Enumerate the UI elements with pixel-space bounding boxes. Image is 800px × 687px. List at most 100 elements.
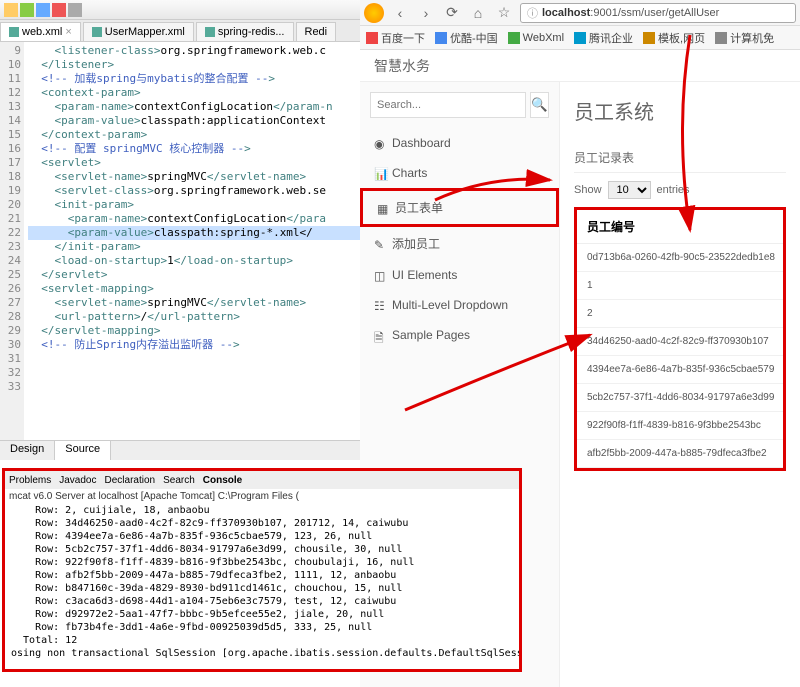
back-icon[interactable]: ‹ <box>390 3 410 23</box>
browser-window: ‹ › ⟳ ⌂ ☆ ⓘ localhost:9001/ssm/user/getA… <box>360 0 800 50</box>
show-label: Show <box>574 184 602 196</box>
entries-label: entries <box>657 184 690 196</box>
tab-webxml[interactable]: web.xml× <box>0 22 81 41</box>
entries-select[interactable]: 10 <box>608 181 651 199</box>
forward-icon[interactable]: › <box>416 3 436 23</box>
table-row[interactable]: 1 <box>577 272 783 300</box>
table-icon: ▦ <box>377 202 389 214</box>
tab-problems[interactable]: Problems <box>9 475 51 486</box>
editor-mode-tabs: Design Source <box>0 440 360 460</box>
debug-icon[interactable] <box>68 3 82 17</box>
table-row[interactable]: 0d713b6a-0260-42fb-90c5-23522dedb1e8 <box>577 244 783 272</box>
bookmark-icon <box>715 32 727 44</box>
dashboard-icon: ◉ <box>374 137 386 149</box>
line-gutter: 9101112131415161718192021222324252627282… <box>0 42 24 440</box>
panel-title: 员工记录表 <box>574 143 786 173</box>
tab-label: UserMapper.xml <box>105 26 185 38</box>
tab-source[interactable]: Source <box>55 441 111 460</box>
edit-icon: ✎ <box>374 238 386 250</box>
editor-tabs: web.xml× UserMapper.xml spring-redis... … <box>0 20 360 42</box>
nav-label: 添加员工 <box>392 235 440 252</box>
tab-label: web.xml <box>22 26 62 38</box>
sidebar-item[interactable]: 🗎 Sample Pages <box>360 320 559 350</box>
bookmark-item[interactable]: 百度一下 <box>366 30 425 46</box>
tab-console[interactable]: Console <box>203 475 242 486</box>
employee-table: 员工编号 0d713b6a-0260-42fb-90c5-23522dedb1e… <box>574 207 786 471</box>
sidebar-item[interactable]: ▦ 员工表单 <box>360 188 559 227</box>
table-row[interactable]: 34d46250-aad0-4c2f-82c9-ff370930b107 <box>577 328 783 356</box>
xml-icon <box>92 27 102 37</box>
close-icon[interactable]: × <box>65 26 71 38</box>
xml-icon <box>9 27 19 37</box>
tab-search[interactable]: Search <box>163 475 195 486</box>
sidebar-item[interactable]: ◉ Dashboard <box>360 128 559 158</box>
page-title: 员工系统 <box>574 96 786 125</box>
entries-selector: Show 10 entries <box>574 173 786 207</box>
bookmark-item[interactable]: 计算机免 <box>715 30 774 46</box>
bookmark-icon <box>574 32 586 44</box>
table-row[interactable]: 922f90f8-f1ff-4839-b816-9f3bbe2543bc <box>577 412 783 440</box>
bookmark-icon <box>508 32 520 44</box>
code-editor[interactable]: 9101112131415161718192021222324252627282… <box>0 42 360 440</box>
nav-label: Charts <box>392 166 427 180</box>
address-bar[interactable]: ⓘ localhost:9001/ssm/user/getAllUser <box>520 3 796 23</box>
star-icon[interactable]: ☆ <box>494 3 514 23</box>
secure-icon: ⓘ <box>527 5 538 21</box>
ui-icon: ◫ <box>374 269 386 281</box>
run-icon[interactable] <box>52 3 66 17</box>
sidebar-item[interactable]: ◫ UI Elements <box>360 260 559 290</box>
nav-label: Sample Pages <box>392 328 470 342</box>
browser-logo-icon[interactable] <box>364 3 384 23</box>
table-row[interactable]: 5cb2c757-37f1-4dd6-8034-91797a6e3d99 <box>577 384 783 412</box>
table-row[interactable]: 2 <box>577 300 783 328</box>
search-button[interactable]: 🔍 <box>530 92 549 118</box>
table-row[interactable]: 4394ee7a-6e86-4a7b-835f-936c5cbae579 <box>577 356 783 384</box>
open-icon[interactable] <box>20 3 34 17</box>
bookmark-icon <box>435 32 447 44</box>
file-icon: 🗎 <box>374 329 386 341</box>
bookmark-item[interactable]: 优酷-中国 <box>435 30 498 46</box>
bookmark-icon <box>643 32 655 44</box>
url-host: localhost <box>542 7 590 19</box>
sidebar-item[interactable]: ☷ Multi-Level Dropdown <box>360 290 559 320</box>
multi-icon: ☷ <box>374 299 386 311</box>
bookmark-item[interactable]: 模板,网页 <box>643 30 705 46</box>
search-icon: 🔍 <box>531 97 548 113</box>
nav-label: 员工表单 <box>395 199 443 216</box>
table-row[interactable]: afb2f5bb-2009-447a-b885-79dfeca3fbe2 <box>577 440 783 468</box>
bookmark-icon <box>366 32 378 44</box>
bookmarks-bar: 百度一下 优酷-中国 WebXml 腾讯企业 模板,网页 计算机免 <box>360 26 800 50</box>
sidebar-item[interactable]: 📊 Charts <box>360 158 559 188</box>
tab-redi[interactable]: Redi <box>296 22 337 41</box>
console-title: mcat v6.0 Server at localhost [Apache To… <box>5 489 519 504</box>
save-icon[interactable] <box>36 3 50 17</box>
console-tabs: Problems Javadoc Declaration Search Cons… <box>5 471 519 489</box>
nav-label: Dashboard <box>392 136 451 150</box>
url-path: :9001/ssm/user/getAllUser <box>590 7 719 19</box>
tab-declaration[interactable]: Declaration <box>105 475 156 486</box>
ide-toolbar <box>0 0 360 20</box>
sidebar-item[interactable]: ✎ 添加员工 <box>360 227 559 260</box>
xml-icon <box>205 27 215 37</box>
ide-panel: web.xml× UserMapper.xml spring-redis... … <box>0 0 360 470</box>
home-icon[interactable]: ⌂ <box>468 3 488 23</box>
bookmark-item[interactable]: 腾讯企业 <box>574 30 633 46</box>
chart-icon: 📊 <box>374 167 386 179</box>
nav-label: Multi-Level Dropdown <box>392 298 508 312</box>
tab-usermapper[interactable]: UserMapper.xml <box>83 22 194 41</box>
tab-label: Redi <box>305 26 328 38</box>
console-output[interactable]: Row: 2, cuijiale, 18, anbaobu Row: 34d46… <box>5 504 519 660</box>
tab-springredis[interactable]: spring-redis... <box>196 22 294 41</box>
tab-label: spring-redis... <box>218 26 285 38</box>
table-header[interactable]: 员工编号 <box>577 210 783 244</box>
code-content[interactable]: <listener-class>org.springframework.web.… <box>24 42 360 440</box>
nav-label: UI Elements <box>392 268 457 282</box>
new-icon[interactable] <box>4 3 18 17</box>
tab-javadoc[interactable]: Javadoc <box>59 475 96 486</box>
reload-icon[interactable]: ⟳ <box>442 3 462 23</box>
tab-design[interactable]: Design <box>0 441 55 460</box>
admin-brand: 智慧水务 <box>360 50 800 82</box>
bookmark-item[interactable]: WebXml <box>508 32 564 44</box>
search-input[interactable] <box>370 92 526 118</box>
console-panel: Problems Javadoc Declaration Search Cons… <box>2 468 522 672</box>
